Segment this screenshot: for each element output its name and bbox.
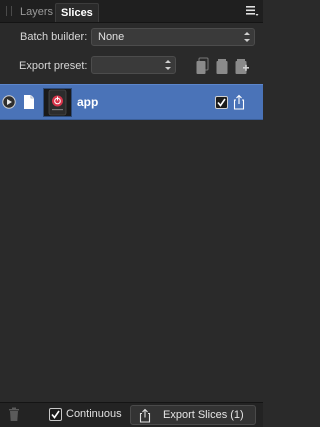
panel-footer: Continuous Export Slices (1) <box>0 402 263 427</box>
copy-preset-icon[interactable] <box>215 57 229 75</box>
trash-icon[interactable] <box>8 407 20 422</box>
export-preset-select[interactable] <box>91 56 176 74</box>
export-share-icon <box>139 408 151 423</box>
tab-slices[interactable]: Slices <box>55 3 99 22</box>
export-share-icon[interactable] <box>233 94 245 110</box>
slice-thumbnail <box>43 88 72 117</box>
batch-builder-label: Batch builder: <box>20 31 88 43</box>
export-preset-label: Export preset: <box>19 60 88 72</box>
play-triangle-icon[interactable] <box>2 95 16 109</box>
checkmark-icon <box>217 98 226 107</box>
stepper-arrows-icon <box>244 32 250 42</box>
batch-builder-select[interactable]: None <box>91 28 255 46</box>
slice-name[interactable]: app <box>77 95 98 109</box>
checkmark-icon <box>51 410 60 419</box>
slice-export-checkbox[interactable] <box>215 96 228 109</box>
new-preset-icon[interactable] <box>195 57 209 75</box>
slice-row[interactable]: app <box>0 84 263 120</box>
export-slices-label: Export Slices (1) <box>163 409 244 421</box>
continuous-label: Continuous <box>66 408 122 420</box>
document-icon <box>24 95 34 109</box>
stepper-arrows-icon <box>165 60 171 70</box>
delete-preset-icon[interactable] <box>234 57 249 75</box>
panel-tab-bar: Layers Slices <box>0 0 263 23</box>
tab-layers[interactable]: Layers <box>15 3 58 22</box>
batch-builder-value: None <box>98 31 125 43</box>
app-thumbnail-icon <box>48 89 67 116</box>
export-slices-button[interactable]: Export Slices (1) <box>130 405 256 425</box>
drag-grip-icon[interactable] <box>6 6 12 16</box>
hamburger-menu-icon[interactable] <box>245 4 259 18</box>
continuous-checkbox[interactable] <box>49 408 62 421</box>
